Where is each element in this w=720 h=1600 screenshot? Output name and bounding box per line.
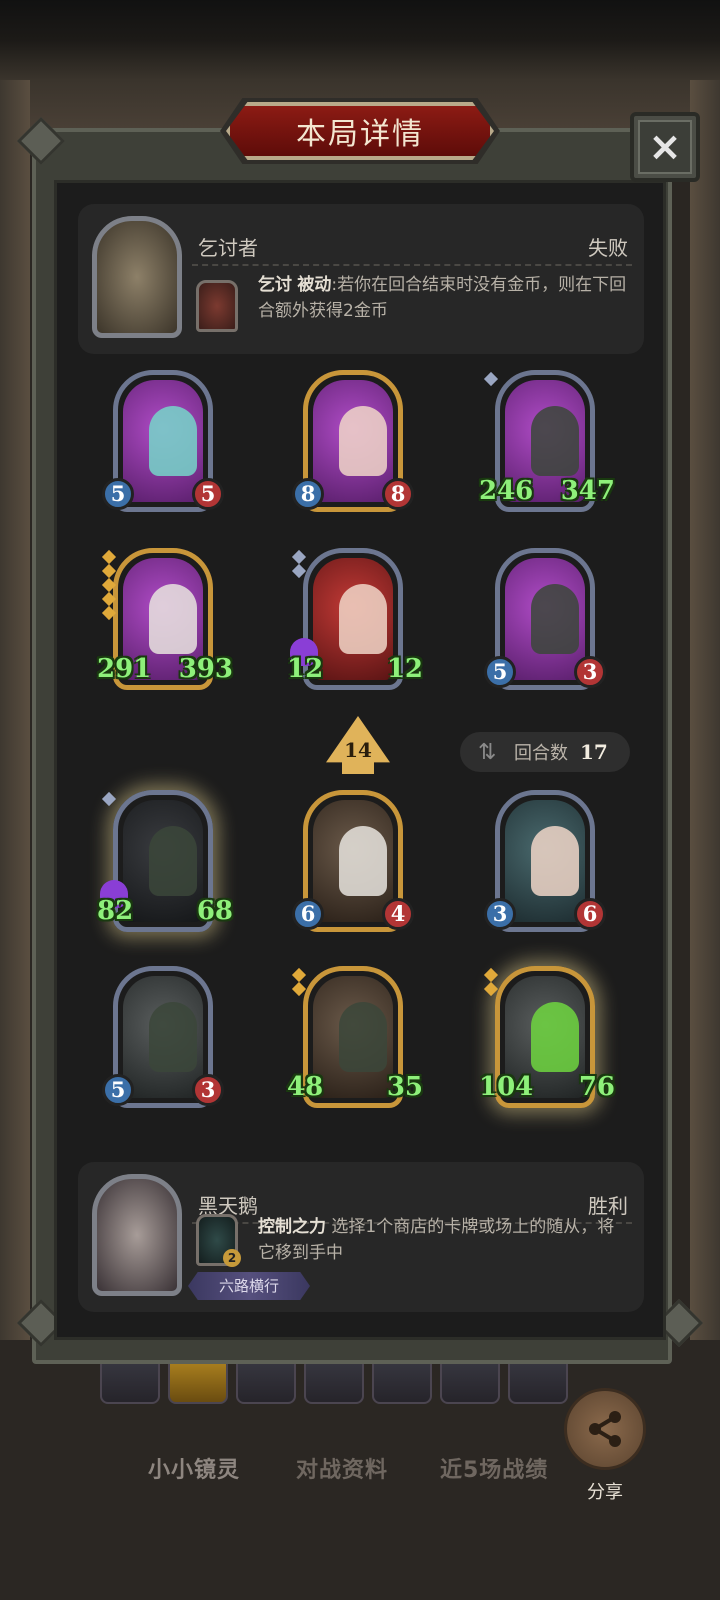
divider	[192, 264, 632, 266]
star-rank	[483, 967, 499, 997]
opponent-minion-card[interactable]: 246 347	[479, 370, 615, 520]
trait-tag: 六路横行	[188, 1272, 310, 1300]
attack-value: 8	[292, 478, 324, 510]
hooded-figure	[339, 1002, 387, 1072]
attack-value: 3	[484, 898, 516, 930]
health-value: 347	[560, 476, 615, 506]
tab-mirror-spirit[interactable]: 小小镜灵	[148, 1452, 240, 1484]
player-minion-card[interactable]: 104 76	[479, 966, 615, 1116]
opponent-skill-icon	[196, 280, 238, 332]
opponent-minion-card[interactable]: 8 8	[292, 370, 414, 520]
share-icon	[589, 1411, 621, 1447]
close-icon: ×	[638, 120, 692, 174]
round-label: 回合数	[514, 743, 568, 764]
pumpkin-figure	[531, 1002, 579, 1072]
attack-value: 291	[97, 654, 152, 684]
skull-mage-figure	[531, 584, 579, 654]
player-info: 黑天鹅 胜利 2 控制之力 选择1个商店的卡牌或场上的随从，将它移到手中 六路横…	[78, 1162, 644, 1312]
skull-mage-figure	[149, 1002, 197, 1072]
star-rank	[483, 371, 499, 387]
player-minion-card[interactable]: 6 4	[292, 790, 414, 940]
opponent-skill-text: 乞讨 被动:若你在回合结束时没有金币，则在下回合额外获得2金币	[258, 275, 627, 321]
star-rank	[291, 549, 307, 579]
close-button[interactable]: ×	[630, 112, 700, 182]
health-value: 68	[196, 896, 233, 926]
dog-figure	[339, 826, 387, 896]
share-label: 分享	[587, 1482, 623, 1503]
swap-icon: ⇅	[478, 739, 497, 765]
round-counter: ⇅ 回合数 17	[460, 732, 630, 772]
health-value: 3	[192, 1074, 224, 1106]
tab-battle-data[interactable]: 对战资料	[296, 1452, 388, 1484]
player-minion-card[interactable]: 48 35	[287, 966, 423, 1116]
opponent-result: 失败	[588, 236, 628, 260]
attack-value: 5	[102, 478, 134, 510]
clown-figure	[339, 406, 387, 476]
player-skill-icon: 2	[196, 1214, 241, 1267]
player-minion-card[interactable]: 82 68	[97, 790, 233, 940]
attack-value: 5	[102, 1074, 134, 1106]
health-value: 12	[386, 654, 423, 684]
health-value: 5	[192, 478, 224, 510]
health-value: 393	[178, 654, 233, 684]
assassin-figure	[339, 584, 387, 654]
attack-value: 6	[292, 898, 324, 930]
tavern-level: 14	[344, 738, 372, 762]
title-banner: 本局详情	[226, 102, 494, 160]
share-button[interactable]	[564, 1388, 646, 1470]
ghost-figure	[149, 406, 197, 476]
star-rank	[291, 967, 307, 997]
health-value: 8	[382, 478, 414, 510]
opponent-info: 乞讨者 失败 乞讨 被动:若你在回合结束时没有金币，则在下回合额外获得2金币	[78, 204, 644, 354]
attack-value: 48	[287, 1072, 324, 1102]
star-rank	[101, 791, 117, 807]
health-value: 3	[574, 656, 606, 688]
opponent-minion-card[interactable]: 12 12	[287, 548, 423, 698]
opponent-minion-card[interactable]: 5 3	[484, 548, 606, 698]
attack-value: 104	[479, 1072, 534, 1102]
panel-title: 本局详情	[296, 117, 424, 152]
dark-knight-figure	[149, 826, 197, 896]
bird-figure	[149, 584, 197, 654]
attack-value: 12	[287, 654, 324, 684]
attack-value: 5	[484, 656, 516, 688]
background-left	[0, 80, 30, 1380]
skill-cost-badge: 2	[223, 1249, 241, 1267]
background-right	[690, 80, 720, 1380]
health-value: 35	[386, 1072, 423, 1102]
player-minion-card[interactable]: 3 6	[484, 790, 606, 940]
attack-value: 246	[479, 476, 534, 506]
medusa-figure	[531, 826, 579, 896]
health-value: 6	[574, 898, 606, 930]
opponent-portrait	[92, 216, 182, 338]
tab-recent-matches[interactable]: 近5场战绩	[440, 1452, 548, 1484]
opponent-name: 乞讨者	[198, 236, 258, 260]
opponent-minion-card[interactable]: 291 393	[97, 548, 233, 698]
skull-mage-figure	[531, 406, 579, 476]
attack-value: 82	[97, 896, 134, 926]
round-value: 17	[580, 740, 608, 764]
player-skill-text: 控制之力 选择1个商店的卡牌或场上的随从，将它移到手中	[258, 1217, 615, 1263]
star-rank	[101, 549, 117, 621]
health-value: 76	[578, 1072, 615, 1102]
health-value: 4	[382, 898, 414, 930]
player-minion-card[interactable]: 5 3	[102, 966, 224, 1116]
opponent-minion-card[interactable]: 5 5	[102, 370, 224, 520]
player-portrait	[92, 1174, 182, 1296]
